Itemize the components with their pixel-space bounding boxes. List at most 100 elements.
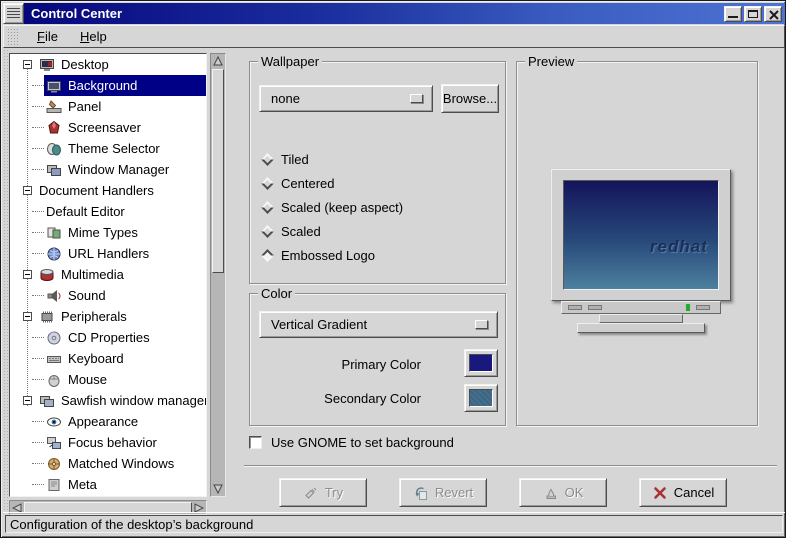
tree-item-label: Window Manager [68,162,169,177]
radio-tiled[interactable]: Tiled [261,151,309,167]
gradient-type-dropdown[interactable]: Vertical Gradient [259,311,498,338]
tree-expander-icon[interactable] [23,60,32,69]
window-menu-button[interactable] [3,3,24,24]
tree-item-window-manager[interactable]: Window Manager [10,159,206,180]
tree-branch-line [32,211,44,212]
minimize-button[interactable] [724,6,742,22]
tree-item-mime-types[interactable]: Mime Types [10,222,206,243]
use-gnome-checkbox-label: Use GNOME to set background [271,435,454,450]
tree-item-default-editor[interactable]: Default Editor [10,201,206,222]
tree-item-document-handlers[interactable]: Document Handlers [10,180,206,201]
tree-expander-icon[interactable] [23,270,32,279]
tree-item-desktop[interactable]: Desktop [10,54,206,75]
wallpaper-file-dropdown[interactable]: none [259,85,433,112]
secondary-color-swatch [469,389,493,407]
tree-item-label: Background [68,78,137,93]
tree-branch-line [32,85,44,86]
try-button[interactable]: Try [279,478,367,507]
close-button[interactable] [764,6,782,22]
scroll-down-arrow-icon[interactable] [211,482,225,496]
tree-item-label: Theme Selector [68,141,160,156]
preview-monitor-screen: redhat [563,180,719,290]
tree-item-sound[interactable]: Sound [10,285,206,306]
primary-color-swatch [469,354,493,372]
use-gnome-checkbox[interactable] [249,436,262,449]
tree-item-url-handlers[interactable]: URL Handlers [10,243,206,264]
tree-item-label: Sound [68,288,106,303]
radio-centered[interactable]: Centered [261,175,334,191]
tree-item-label: URL Handlers [68,246,149,261]
tree-expander-icon[interactable] [23,186,32,195]
radio-scaled[interactable]: Scaled [261,223,321,239]
menubar-grip-handle[interactable] [7,28,18,45]
tree-item-meta[interactable]: Meta [10,474,206,495]
gradient-type-value: Vertical Gradient [271,317,367,332]
tree-expander-icon[interactable] [23,312,32,321]
radio-label: Tiled [281,152,309,167]
tree-item-matched-windows[interactable]: Matched Windows [10,453,206,474]
cancel-x-icon [652,485,668,501]
tree-item-background[interactable]: Background [10,75,206,96]
radio-label: Centered [281,176,334,191]
maximize-button[interactable] [744,6,762,22]
revert-button[interactable]: Revert [399,478,487,507]
vertical-scrollbar-thumb[interactable] [212,69,224,273]
tree-item-label: Desktop [61,57,109,72]
tree-branch-line [32,148,44,149]
tree-item-cd-properties[interactable]: CD Properties [10,327,206,348]
tree-item-peripherals[interactable]: Peripherals [10,306,206,327]
tree-item-label: Default Editor [46,204,125,219]
tree-item-panel[interactable]: Panel [10,96,206,117]
tree-item-label: Multimedia [61,267,124,282]
tree-item-label: Mime Types [68,225,138,240]
revert-icon [413,485,429,501]
tree-item-screensaver[interactable]: Screensaver [10,117,206,138]
tree-branch-line [32,463,44,464]
background-icon [46,78,63,94]
chip-icon [39,309,56,325]
tree-item-label: Panel [68,99,101,114]
titlebar-gradient: Control Center [24,3,785,24]
monitor-button-icon [588,305,602,310]
ok-icon [543,485,559,501]
monitor-control-strip [561,301,721,314]
minimize-icon [728,16,738,18]
radio-diamond-icon [261,225,274,238]
tree-branch-line [32,421,44,422]
tree-item-keyboard[interactable]: Keyboard [10,348,206,369]
menu-file[interactable]: File [26,27,69,46]
preview-frame-label: Preview [525,54,577,69]
tree-item-multimedia[interactable]: Multimedia [10,264,206,285]
primary-color-label: Primary Color [259,357,421,372]
tree-expander-icon[interactable] [23,396,32,405]
close-icon [767,8,781,22]
action-separator [244,465,777,467]
use-gnome-checkbox-row[interactable]: Use GNOME to set background [249,435,454,450]
menu-help[interactable]: Help [69,27,118,46]
radio-diamond-icon [261,201,274,214]
browse-button[interactable]: Browse... [441,84,499,113]
tree-item-mouse[interactable]: Mouse [10,369,206,390]
tree-item-sawfish-window-manager[interactable]: Sawfish window manager [10,390,206,411]
primary-color-button[interactable] [464,349,498,377]
revert-button-label: Revert [435,485,473,500]
cancel-button[interactable]: Cancel [639,478,727,507]
menubar: File Help [3,25,785,48]
meta-icon [46,477,63,493]
tree-item-appearance[interactable]: Appearance [10,411,206,432]
tree-item-focus-behavior[interactable]: Focus behavior [10,432,206,453]
secondary-color-button[interactable] [464,384,498,412]
ok-button-label: OK [565,485,584,500]
radio-scaled-keep-aspect[interactable]: Scaled (keep aspect) [261,199,403,215]
tree-item-theme-selector[interactable]: Theme Selector [10,138,206,159]
ok-button[interactable]: OK [519,478,607,507]
radio-label: Scaled (keep aspect) [281,200,403,215]
globe-icon [46,246,63,262]
scroll-up-arrow-icon[interactable] [211,54,225,68]
try-icon [303,485,319,501]
color-frame-label: Color [258,286,295,301]
tree-vertical-scrollbar[interactable] [210,53,226,497]
radio-embossed-logo[interactable]: Embossed Logo [261,247,375,263]
titlebar: Control Center [3,3,785,24]
preview-monitor: redhat [551,169,731,301]
